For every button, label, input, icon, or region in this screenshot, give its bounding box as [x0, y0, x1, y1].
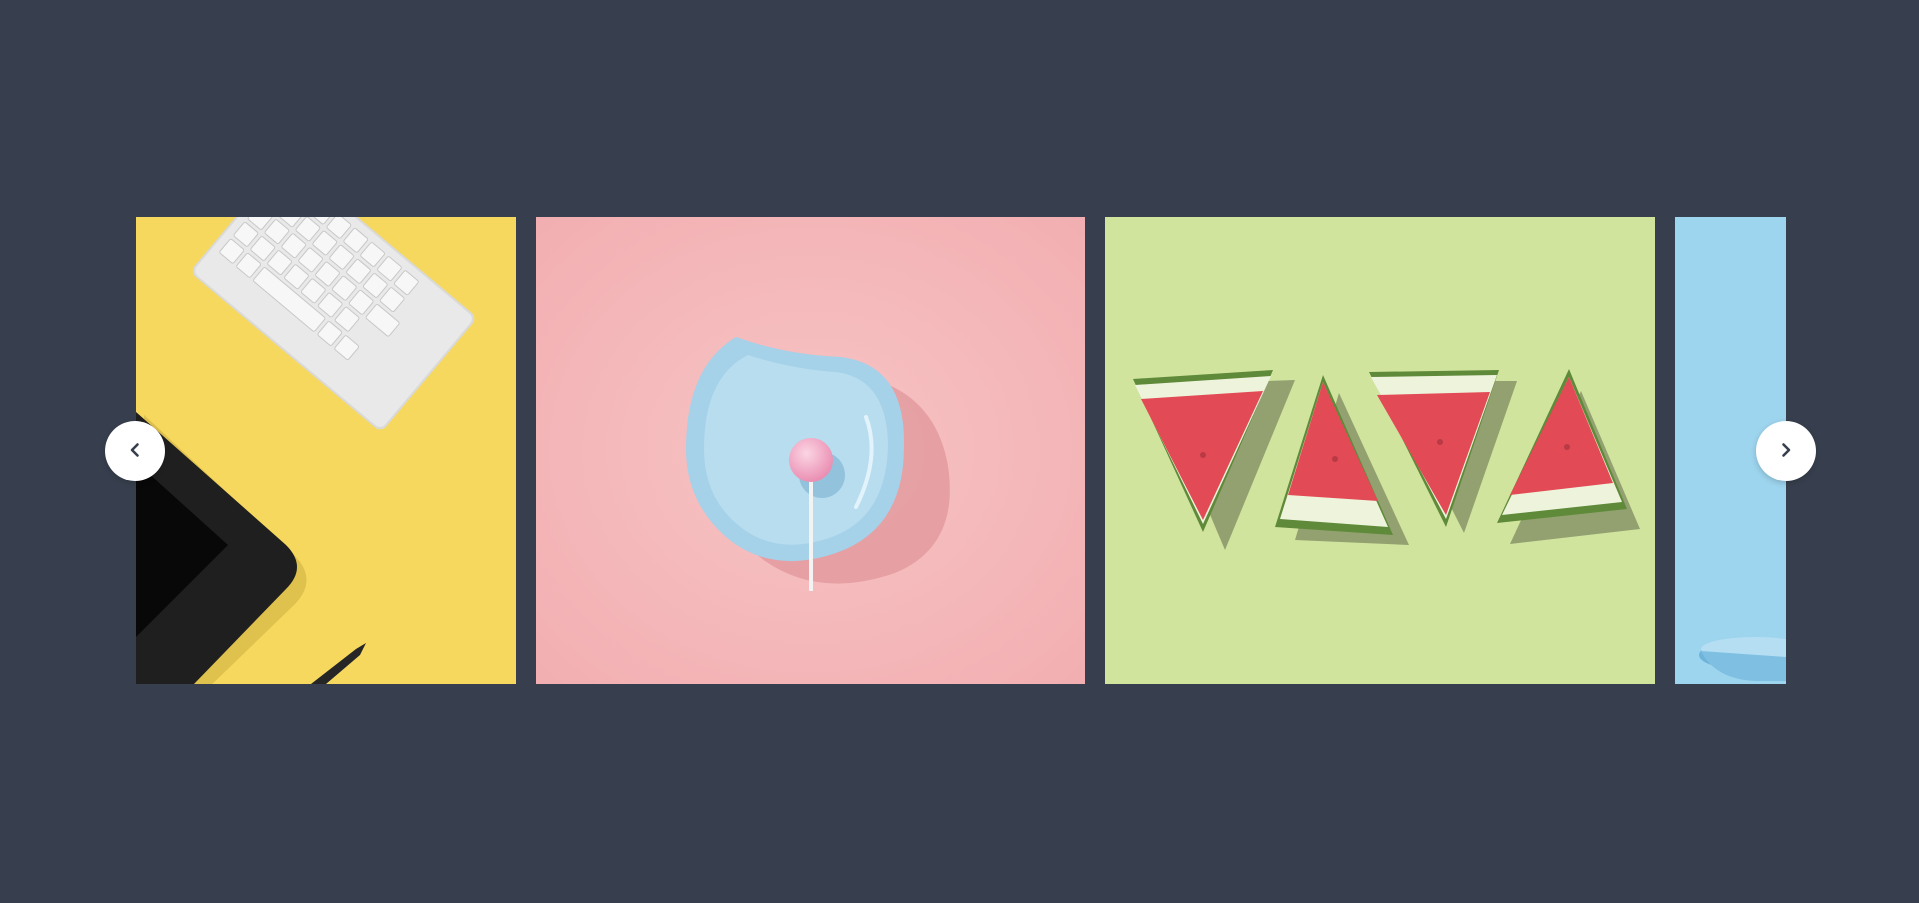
carousel-slide-keyboard[interactable]	[136, 217, 516, 684]
carousel-track	[136, 217, 1786, 684]
carousel-page	[0, 0, 1919, 903]
chevron-left-icon	[126, 441, 144, 462]
chevron-right-icon	[1777, 441, 1795, 462]
carousel-prev-button[interactable]	[105, 421, 165, 481]
carousel-next-button[interactable]	[1756, 421, 1816, 481]
watermelon-slices-image	[1105, 217, 1655, 684]
keyboard-tablet-image	[136, 217, 516, 684]
carousel-slide-watermelon[interactable]	[1105, 217, 1655, 684]
lollipop-plate-image	[536, 217, 1085, 684]
carousel-slide-lollipop[interactable]	[536, 217, 1085, 684]
